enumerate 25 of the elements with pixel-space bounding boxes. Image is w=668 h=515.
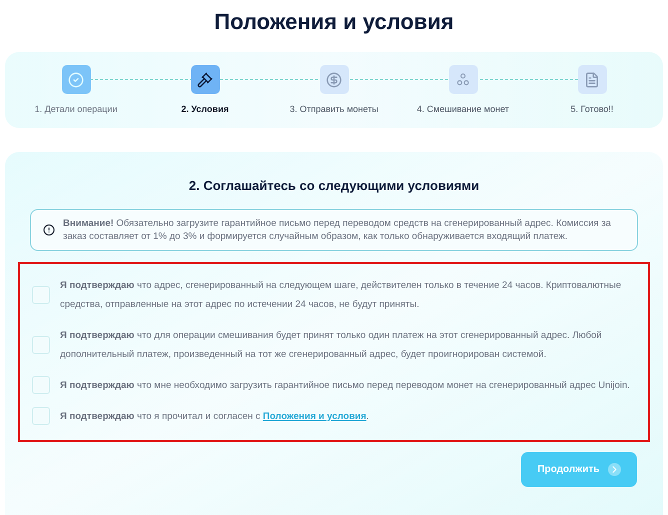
confirmation-text: Я подтверждаю что мне необходимо загрузить гарантийное письмо перед переводом монет на сгенерированный адрес Unijoin. — [60, 378, 630, 392]
checkbox[interactable] — [32, 286, 50, 304]
step-label: 5. Готово!! — [570, 103, 614, 116]
step-label: 2. Условия — [181, 103, 229, 116]
step-label: 1. Детали операции — [34, 103, 118, 116]
continue-button[interactable]: Продолжить — [521, 452, 637, 486]
chevron-right-icon — [608, 462, 621, 476]
confirmation-text: Я подтверждаю что я прочитал и согласен с Положения и условия. — [60, 410, 369, 424]
confirmation-text: Я подтверждаю что для операции смешивания будет принят только один платеж на этот сгенерированный адрес. Любой дополнительный платеж, произведенный на тот же сгенерированный адрес, будет проигнорирован системой. — [60, 328, 603, 362]
circles-icon — [455, 72, 471, 88]
dollar-coin-icon — [326, 72, 342, 88]
confirmation-text: Я подтверждаю что адрес, сгенерированный на следующем шаге, действителен только в течение 24 часов. Криптовалютные средства, отправленные на этот адрес по истечении 24 часов, не будут приняты. — [60, 278, 622, 312]
section-heading: 2. Соглашайтесь со следующими условиями — [188, 177, 480, 195]
page-title: Положения и условия — [214, 8, 454, 35]
checkbox[interactable] — [32, 336, 50, 354]
step-label: 3. Отправить монеты — [290, 103, 378, 116]
checkbox[interactable] — [32, 376, 50, 394]
step-label: 4. Смешивание монет — [416, 103, 510, 116]
terms-link[interactable]: Положения и условия — [262, 410, 366, 422]
checkbox[interactable] — [32, 407, 50, 425]
document-icon — [584, 72, 600, 88]
check-circle-icon — [68, 72, 84, 88]
notice-text: Внимание! Обязательно загрузите гарантийное письмо перед переводом средств на сгенерированный адрес. Комиссия за заказ составляет от 1% до 3% и формируется случайным образом, как только обнаруживается входящий платеж. — [63, 216, 612, 242]
alert-icon — [43, 224, 55, 236]
gavel-icon — [197, 72, 213, 88]
